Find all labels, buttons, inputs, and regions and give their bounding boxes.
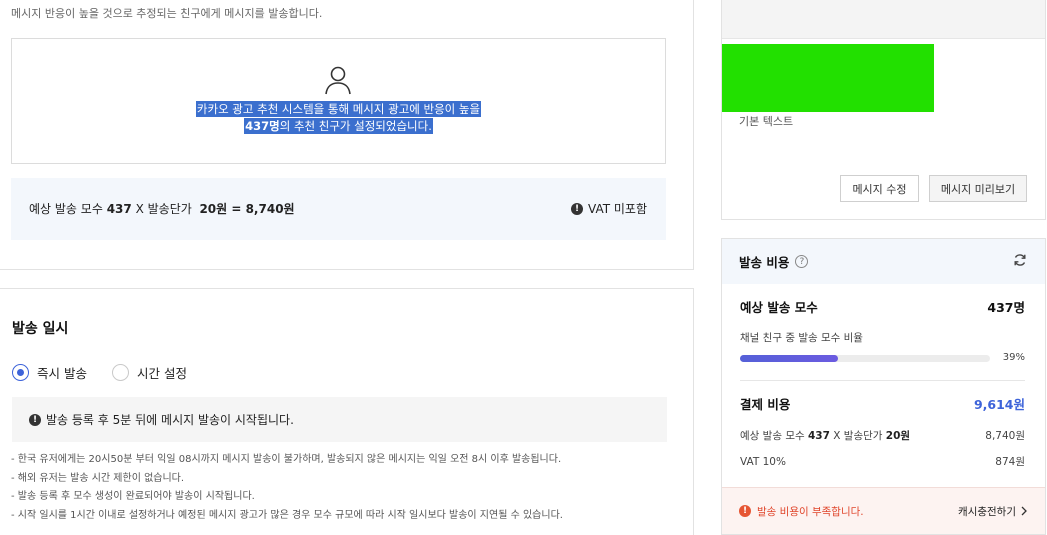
insufficient-balance-bar: ! 발송 비용이 부족합니다. 캐시충전하기 [722,487,1045,534]
vat-row: VAT 10% 874원 [740,454,1025,469]
preview-message-button[interactable]: 메시지 미리보기 [929,175,1027,202]
charge-cash-link[interactable]: 캐시충전하기 [958,504,1028,519]
warning-text: 발송 비용이 부족합니다. [757,505,864,518]
recommend-line2-suffix: 의 추천 친구가 설정되었습니다. [279,119,432,133]
detail-count: 437 [807,430,830,442]
recommend-line2: 437명의 추천 친구가 설정되었습니다. [244,118,433,134]
chevron-right-icon [1021,506,1027,516]
payment-row: 결제 비용 9,614원 [740,394,1025,413]
divider [740,380,1025,381]
recommend-line1: 카카오 광고 추천 시스템을 통해 메시지 광고에 반응이 높을 [195,101,482,117]
radio-send-now-label: 즉시 발송 [37,366,87,381]
warning-icon: ! [739,505,751,517]
radio-checked-icon[interactable] [12,364,29,381]
ratio-percent: 39% [1002,352,1025,363]
charge-cash-label: 캐시충전하기 [958,505,1016,518]
info-icon: ! [571,202,584,215]
payment-label: 결제 비용 [740,397,791,412]
radio-unchecked-icon[interactable] [111,364,129,381]
vat-note-text: VAT 미포함 [588,202,647,216]
estimate-count: 437 [106,202,132,216]
schedule-notice: ! 발송 등록 후 5분 뒤에 메시지 발송이 시작됩니다. [12,397,667,442]
detail-mid: X 발송단가 [833,430,883,442]
refresh-icon[interactable] [1013,253,1027,267]
detail-value: 8,740원 [985,430,1025,442]
expected-count-value: 437명 [987,300,1025,315]
detail-prefix: 예상 발송 모수 [740,430,805,442]
info-icon: ! [29,413,41,426]
schedule-radio-group: 즉시 발송 시간 설정 [12,363,212,382]
cost-title: 발송 비용 [739,255,790,270]
ratio-progress-bar [740,355,990,362]
recommend-friends-box: 카카오 광고 추천 시스템을 통해 메시지 광고에 반응이 높을 437명의 추… [11,38,666,164]
schedule-title: 발송 일시 [12,321,69,337]
ratio-progress-fill [740,355,838,362]
recommend-count: 437명 [245,119,280,133]
preview-text: 기본 텍스트 [739,115,794,128]
preview-image [722,44,934,112]
message-preview-card: 기본 텍스트 메시지 수정 메시지 미리보기 [721,0,1046,220]
rule-item: - 해외 유저는 발송 시간 제한이 없습니다. [11,472,185,484]
rule-item: - 발송 등록 후 모수 생성이 완료되어야 발송이 시작됩니다. [11,491,255,502]
cost-header: 발송 비용 ? [722,239,1045,284]
schedule-section: 발송 일시 즉시 발송 시간 설정 ! 발송 등록 후 5분 뒤에 메시지 발송… [0,288,694,535]
estimate-price: 20원 = 8,740원 [199,202,295,216]
ratio-row: 채널 친구 중 발송 모수 비율 [740,330,1025,345]
preview-header [722,0,1045,39]
edit-message-button[interactable]: 메시지 수정 [840,175,919,202]
payment-value: 9,614원 [973,397,1025,412]
estimate-formula: 예상 발송 모수 437 X 발송단가 20원 = 8,740원 [29,200,295,217]
vat-value: 874원 [995,456,1025,468]
vat-note: ! VAT 미포함 [571,200,647,217]
vat-label: VAT 10% [740,455,786,468]
radio-send-now[interactable]: 즉시 발송 [12,363,87,382]
detail-price: 20원 [885,430,911,442]
message-description: 메시지 반응이 높을 것으로 추정되는 친구에게 메시지를 발송합니다. [11,7,323,20]
person-icon [325,66,351,95]
rule-item: - 시작 일시를 1시간 이내로 설정하거나 예정된 메시지 광고가 많은 경우… [11,509,563,521]
question-circle-icon[interactable]: ? [795,255,809,268]
expected-count-row: 예상 발송 모수 437명 [740,297,1025,316]
cost-detail-row: 예상 발송 모수 437 X 발송단가 20원 8,740원 [740,428,1025,443]
expected-count-label: 예상 발송 모수 [740,300,818,315]
schedule-rules: - 한국 유저에게는 20시50분 부터 익일 08시까지 메시지 발송이 불가… [11,451,563,525]
schedule-notice-text: 발송 등록 후 5분 뒤에 메시지 발송이 시작됩니다. [46,413,294,427]
estimate-mid: X 발송단가 [135,202,192,216]
insufficient-warning: ! 발송 비용이 부족합니다. [739,504,864,519]
estimate-summary: 예상 발송 모수 437 X 발송단가 20원 = 8,740원 ! VAT 미… [11,178,666,240]
ratio-label: 채널 친구 중 발송 모수 비율 [740,332,863,344]
cost-detail-formula: 예상 발송 모수 437 X 발송단가 20원 [740,428,910,443]
radio-set-time[interactable]: 시간 설정 [111,363,187,382]
recommend-text: 카카오 광고 추천 시스템을 통해 메시지 광고에 반응이 높을 437명의 추… [12,101,665,135]
radio-set-time-label: 시간 설정 [136,366,187,381]
send-cost-card: 발송 비용 ? 예상 발송 모수 437명 채널 친구 중 발송 모수 비율 3… [721,238,1046,535]
estimate-prefix: 예상 발송 모수 [29,202,103,216]
rule-item: - 한국 유저에게는 20시50분 부터 익일 08시까지 메시지 발송이 불가… [11,454,562,465]
message-target-section: 메시지 반응이 높을 것으로 추정되는 친구에게 메시지를 발송합니다. 카카오… [0,0,694,270]
